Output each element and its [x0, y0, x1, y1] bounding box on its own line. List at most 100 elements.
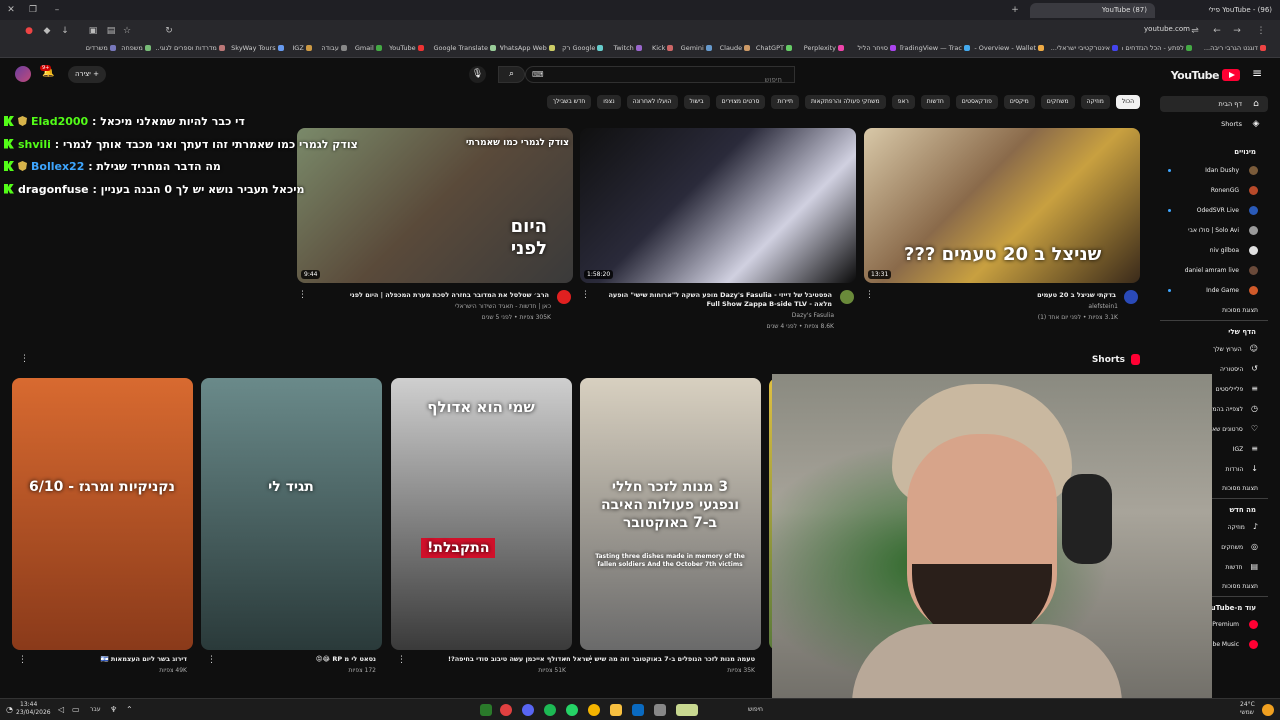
channel-name[interactable]: alefstein1 — [1088, 302, 1118, 311]
bookmark-star-icon[interactable]: ☆ — [122, 26, 132, 36]
search-input[interactable] — [526, 72, 794, 88]
bookmark-item[interactable]: Claude — [716, 44, 751, 52]
app-icon[interactable] — [654, 704, 666, 716]
short-more-icon[interactable]: ⋮ — [397, 655, 406, 665]
bookmark-item[interactable]: משפחה — [120, 44, 151, 52]
filter-chip[interactable]: תיירות — [771, 95, 799, 109]
short-thumbnail[interactable]: שמי הוא אדולף התקבלת! — [391, 378, 572, 650]
more-actions-icon[interactable]: ⋮ — [298, 290, 307, 300]
filter-chip[interactable]: מוזיקה — [1080, 95, 1110, 109]
subscription-item[interactable]: Inde Game — [1168, 284, 1258, 298]
bookmark-item[interactable]: דוגנט הגרבי ריבה... — [1196, 44, 1266, 52]
mic-tray-icon[interactable]: ♆ — [110, 705, 117, 714]
app-icon[interactable] — [480, 704, 492, 716]
search-box[interactable]: ⌨ — [525, 66, 795, 88]
channel-avatar[interactable] — [840, 290, 854, 304]
filter-chip[interactable]: בישול — [683, 95, 710, 109]
filter-chip[interactable]: פודקאסטים — [955, 95, 998, 109]
filter-chip[interactable]: משחקי פעולה והרפתקאות — [804, 95, 886, 109]
channel-avatar[interactable] — [557, 290, 571, 304]
subscription-item[interactable]: Idan Dushy — [1168, 164, 1258, 178]
download-icon[interactable]: ↓ — [60, 26, 70, 36]
restore-window-icon[interactable]: ❐ — [28, 5, 38, 15]
short-more-icon[interactable]: ⋮ — [207, 655, 216, 665]
filter-chip[interactable]: ראפ — [891, 95, 915, 109]
back-icon[interactable]: ← — [1212, 26, 1222, 36]
weather-icon[interactable] — [1262, 704, 1274, 716]
video-thumbnail[interactable]: שניצל ב 20 טעמים ??? 13:31 — [864, 128, 1140, 283]
hamburger-menu-icon[interactable]: ≡ — [1252, 67, 1264, 79]
taskbar-search[interactable]: חיפוש — [748, 706, 763, 713]
short-thumbnail[interactable]: נקניקיות ומרגז - 6/10 — [12, 378, 193, 650]
short-thumbnail[interactable]: תגיד לי — [201, 378, 382, 650]
bookmark-item[interactable]: מדרדות וספרים לגוגי... — [155, 44, 225, 52]
channel-name[interactable]: כאן | חדשות - תאגיד השידור הישראלי — [455, 302, 551, 311]
tab-youtube-2[interactable]: (87) YouTube — [1030, 3, 1155, 18]
file-explorer-icon[interactable] — [610, 704, 622, 716]
bookmark-item[interactable]: Twitch — [607, 44, 642, 52]
menu-icon[interactable]: ⋮ — [1256, 26, 1266, 36]
bookmark-item[interactable]: Google Translate — [428, 44, 496, 52]
language-indicator[interactable]: עבר — [90, 706, 101, 713]
sidebar-subscriptions-heading[interactable]: מינויים — [1234, 148, 1256, 156]
extension-icon[interactable]: ● — [24, 26, 34, 36]
url-text[interactable]: youtube.com — [1144, 25, 1190, 33]
battery-icon[interactable]: ▭ — [72, 705, 80, 714]
filter-chip[interactable]: חדשות — [920, 95, 950, 109]
app-icon[interactable] — [632, 704, 644, 716]
volume-icon[interactable]: ◁ — [58, 705, 64, 714]
account-avatar[interactable] — [15, 66, 31, 82]
bookmark-item[interactable]: Google רק — [559, 44, 604, 52]
channel-avatar[interactable] — [1124, 290, 1138, 304]
chrome-icon[interactable] — [588, 704, 600, 716]
bookmark-item[interactable]: עבודה — [316, 44, 347, 52]
forward-icon[interactable]: → — [1232, 26, 1242, 36]
bookmark-item[interactable]: Gemini — [677, 44, 712, 52]
subscription-item[interactable]: Solo Avi | סולו אבי — [1168, 224, 1258, 238]
wifi-icon[interactable]: ◔ — [6, 705, 13, 714]
sidebar-you-heading[interactable]: הדף שלי — [1228, 328, 1256, 336]
video-title[interactable]: הרב׳ שטלסל את המדובר בחזרה לסכת מערת המכ… — [309, 291, 549, 300]
voice-search-icon[interactable]: 🎙 — [469, 66, 486, 83]
video-title[interactable]: הפסטיבל של דייזי - Dazy's Fasulia מופע ה… — [592, 291, 832, 309]
shorts-more-icon[interactable]: ⋮ — [20, 354, 29, 364]
filter-chip[interactable]: סרטים מצוירים — [715, 95, 766, 109]
bookmark-item[interactable]: לפתע - הכל הנזדחים רד — [1122, 44, 1192, 52]
filter-chip[interactable]: חדש בשבילך — [546, 95, 592, 109]
short-more-icon[interactable]: ⋮ — [586, 655, 595, 665]
bookmark-item[interactable]: Gmail — [351, 44, 382, 52]
minimize-window-icon[interactable]: – — [52, 5, 62, 15]
short-title[interactable]: דירוג בשר ליום העצמאות 🇮🇱 — [101, 655, 187, 663]
bookmark-item[interactable]: WhatsApp Web — [500, 44, 555, 52]
bookmark-item[interactable]: אינטרקטיבי ישראלי... — [1048, 44, 1118, 52]
filter-chip[interactable]: מיקסים — [1003, 95, 1035, 109]
sidebar-item-home[interactable]: ⌂ דף הבית — [1160, 96, 1268, 112]
bookmark-item[interactable]: TradingView — Trac... — [900, 44, 970, 52]
short-more-icon[interactable]: ⋮ — [18, 655, 27, 665]
reload-icon[interactable]: ↻ — [164, 26, 174, 36]
bookmark-item[interactable]: SkyWay Tours — [229, 44, 284, 52]
bookmark-item[interactable]: Overview - Wallet -... — [974, 44, 1044, 52]
filter-chip[interactable]: הועלו לאחרונה — [626, 95, 678, 109]
youtube-logo[interactable]: YouTube — [1171, 68, 1240, 82]
bookmark-item[interactable]: סויחר הליל — [848, 44, 896, 52]
create-button[interactable]: + יצירה — [68, 66, 106, 83]
extensions-icon[interactable]: ▣ — [88, 26, 98, 36]
filter-chip[interactable]: הכול — [1115, 95, 1140, 109]
whatsapp-icon[interactable] — [566, 704, 578, 716]
tab-youtube-1[interactable]: YouTube - (96) פילי — [1160, 3, 1280, 18]
sidebar-item-you[interactable]: ☺ הערוץ שלך — [1168, 342, 1258, 356]
short-thumbnail[interactable]: 3 מנות לזכר חללי ונפגעי פעולות האיבה ב-7… — [580, 378, 761, 650]
subscription-item[interactable]: daniel amram live — [1168, 264, 1258, 278]
more-actions-icon[interactable]: ⋮ — [865, 290, 874, 300]
subscription-item[interactable]: niv gilboa — [1168, 244, 1258, 258]
bookmark-item[interactable]: ChatGPT — [754, 44, 792, 52]
bookmark-item[interactable]: IGZ — [288, 44, 312, 52]
app-icon[interactable] — [500, 704, 512, 716]
bookmark-item[interactable]: משרדים — [81, 44, 116, 52]
channel-name[interactable]: Dazy's Fasulia — [792, 311, 834, 320]
video-thumbnail[interactable]: 1:58:20 — [580, 128, 856, 283]
site-settings-icon[interactable]: ⇌ — [1190, 26, 1200, 36]
video-title[interactable]: בדקתי שניצל ב 20 טעמים — [876, 291, 1116, 300]
short-title[interactable]: אדולף אייכמן עשה טיבוב סודי בחיפה?! — [448, 655, 566, 663]
